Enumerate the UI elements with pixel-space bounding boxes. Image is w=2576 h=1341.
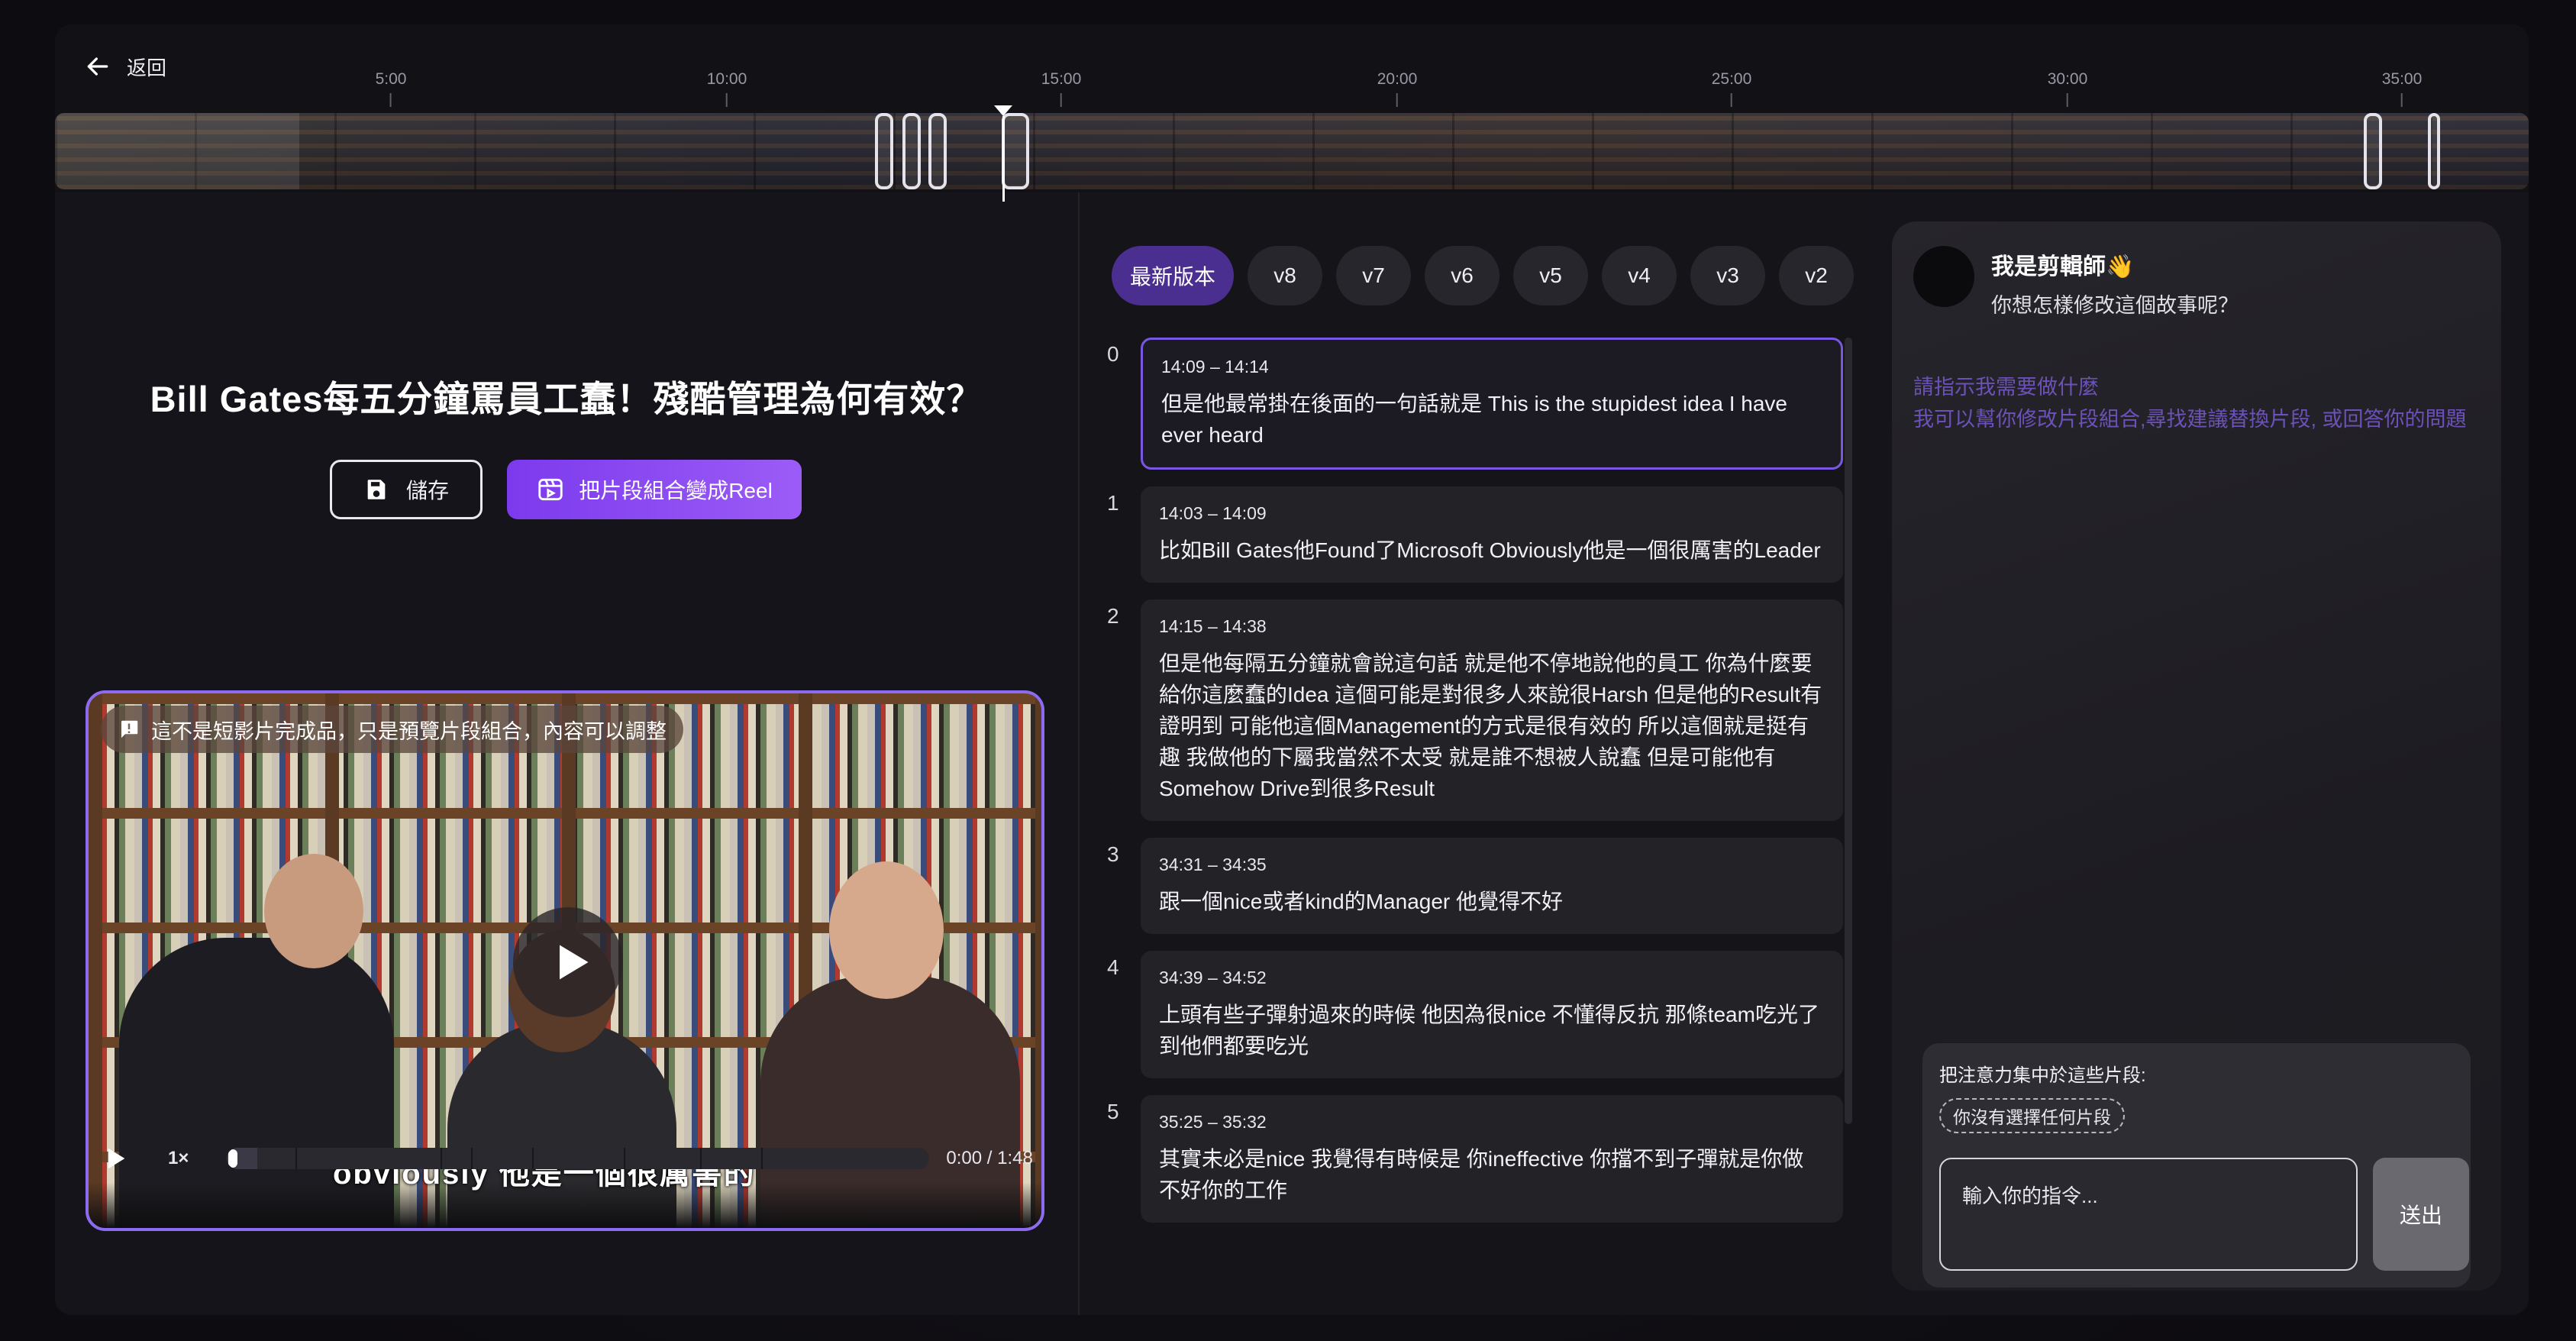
focus-label: 把注意力集中於這些片段: — [1939, 1065, 2146, 1086]
command-input[interactable] — [1939, 1158, 2358, 1271]
clip-index: 4 — [1107, 955, 1119, 979]
clip-card-selected[interactable]: 14:09 – 14:14 但是他最常掛在後面的一句話就是 This is th… — [1141, 338, 1843, 470]
playhead-line — [1002, 116, 1005, 202]
list-item: 0 14:09 – 14:14 但是他最常掛在後面的一句話就是 This is … — [1102, 338, 1843, 470]
clip-text: 比如Bill Gates他Found了Microsoft Obviously他是… — [1159, 538, 1821, 562]
tab-v5[interactable]: v5 — [1513, 246, 1589, 305]
preview-notice-text: 這不是短影片完成品，只是預覽片段組合，內容可以調整 — [151, 719, 667, 743]
list-item: 2 14:15 – 14:38 但是他每隔五分鐘就會說這句話 就是他不停地說他的… — [1102, 599, 1843, 821]
tab-v2[interactable]: v2 — [1779, 246, 1855, 305]
avatar — [1913, 246, 1974, 307]
play-overlay-button[interactable] — [513, 907, 623, 1017]
clip-card[interactable]: 35:25 – 35:32 其實未必是nice 我覺得有時候是 你ineffec… — [1141, 1095, 1843, 1223]
playback-speed[interactable]: 1× — [168, 1148, 189, 1169]
play-icon — [560, 945, 589, 980]
assistant-name: 我是剪輯師👋 — [1991, 254, 2135, 280]
clip-time: 14:03 – 14:09 — [1159, 503, 1267, 523]
clip-index: 1 — [1107, 491, 1119, 515]
app-root: 返回 5:00 10:00 15:00 20:00 25:00 30:00 35… — [0, 0, 2576, 1341]
clip-index: 2 — [1107, 604, 1119, 628]
play-icon[interactable] — [99, 1143, 130, 1174]
ruler-tick: 25:00 — [1712, 70, 1751, 107]
playhead-triangle-icon — [994, 105, 1012, 116]
clip-card[interactable]: 34:31 – 34:35 跟一個nice或者kind的Manager 他覺得不… — [1141, 838, 1843, 934]
clip-marker[interactable] — [875, 113, 893, 189]
clip-marker[interactable] — [2364, 113, 2382, 189]
ruler-tick: 15:00 — [1041, 70, 1081, 107]
message-alert-icon — [121, 720, 138, 738]
filmstrip-viewed-region — [55, 113, 299, 189]
clip-marker[interactable] — [2428, 113, 2440, 189]
clip-list-panel: 最新版本 v8 v7 v6 v5 v4 v3 v2 0 14:09 – 14:1… — [1078, 192, 1864, 1315]
clip-time: 34:39 – 34:52 — [1159, 968, 1267, 987]
ruler-tick: 20:00 — [1377, 70, 1417, 107]
save-button[interactable]: 儲存 — [330, 460, 483, 519]
tab-v4[interactable]: v4 — [1602, 246, 1677, 305]
list-item: 1 14:03 – 14:09 比如Bill Gates他Found了Micro… — [1102, 486, 1843, 583]
send-button[interactable]: 送出 — [2373, 1158, 2469, 1271]
assistant-header: 我是剪輯師👋 你想怎樣修改這個故事呢？ — [1913, 246, 2239, 318]
save-label: 儲存 — [405, 479, 449, 502]
tab-v3[interactable]: v3 — [1690, 246, 1766, 305]
clip-time: 14:15 – 14:38 — [1159, 616, 1267, 636]
tab-latest[interactable]: 最新版本 — [1112, 246, 1235, 305]
clip-list: 0 14:09 – 14:14 但是他最常掛在後面的一句話就是 This is … — [1102, 338, 1843, 1239]
clip-time: 34:31 – 34:35 — [1159, 855, 1267, 874]
clip-text: 但是他每隔五分鐘就會說這句話 就是他不停地說他的員工 你為什麼要給你這麼蠢的Id… — [1159, 651, 1822, 800]
tab-v7[interactable]: v7 — [1336, 246, 1412, 305]
playhead[interactable] — [994, 105, 1012, 202]
tab-v8[interactable]: v8 — [1248, 246, 1323, 305]
clip-text: 跟一個nice或者kind的Manager 他覺得不好 — [1159, 890, 1564, 913]
clip-card[interactable]: 14:03 – 14:09 比如Bill Gates他Found了Microso… — [1141, 486, 1843, 583]
ruler-tick: 35:00 — [2382, 70, 2422, 107]
clip-text: 上頭有些子彈射過來的時候 他因為很nice 不懂得反抗 那條team吃光了 到他… — [1159, 1003, 1819, 1058]
clip-index: 5 — [1107, 1100, 1119, 1123]
ruler-tick: 10:00 — [707, 70, 747, 107]
preview-notice-badge: 這不是短影片完成品，只是預覽片段組合，內容可以調整 — [101, 706, 683, 753]
clip-marker[interactable] — [928, 113, 947, 189]
action-buttons: 儲存 把片段組合變成Reel — [330, 460, 802, 519]
clip-time: 14:09 – 14:14 — [1161, 357, 1269, 376]
make-reel-label: 把片段組合變成Reel — [579, 479, 773, 502]
editor-window: 返回 5:00 10:00 15:00 20:00 25:00 30:00 35… — [55, 24, 2529, 1315]
film-icon — [538, 478, 563, 501]
video-title: Bill Gates每五分鐘罵員工蠢！殘酷管理為何有效？ — [150, 379, 983, 419]
list-item: 5 35:25 – 35:32 其實未必是nice 我覺得有時候是 你ineff… — [1102, 1095, 1843, 1223]
ruler-tick: 5:00 — [376, 70, 406, 107]
floppy-disk-icon — [367, 480, 386, 499]
clip-text: 其實未必是nice 我覺得有時候是 你ineffective 你擋不到子彈就是你… — [1159, 1147, 1804, 1202]
assistant-panel: 我是剪輯師👋 你想怎樣修改這個故事呢？ 請指示我需要做什麼 我可以幫你修改片段組… — [1864, 192, 2529, 1315]
command-box: 把注意力集中於這些片段: 你沒有選擇任何片段 送出 — [1922, 1043, 2471, 1288]
filmstrip-timeline[interactable] — [55, 113, 2529, 189]
playback-progress-bar[interactable] — [227, 1148, 930, 1169]
clip-card[interactable]: 14:15 – 14:38 但是他每隔五分鐘就會說這句話 就是他不停地說他的員工… — [1141, 599, 1843, 821]
list-item: 3 34:31 – 34:35 跟一個nice或者kind的Manager 他覺… — [1102, 838, 1843, 934]
tab-v6[interactable]: v6 — [1425, 246, 1500, 305]
clip-index: 3 — [1107, 842, 1119, 866]
progress-knob[interactable] — [228, 1149, 238, 1168]
ruler-tick: 30:00 — [2048, 70, 2087, 107]
preview-panel: Bill Gates每五分鐘罵員工蠢！殘酷管理為何有效？ 儲存 把片段組合變成R… — [55, 192, 1078, 1315]
clip-index: 0 — [1107, 342, 1119, 366]
player-controls: 1× 0:00 / 1:48 — [99, 1139, 1046, 1178]
make-reel-button[interactable]: 把片段組合變成Reel — [507, 460, 802, 519]
assistant-hint: 請指示我需要做什麼 我可以幫你修改片段組合,尋找建議替換片段, 或回答你的問題 — [1913, 376, 2467, 431]
clip-marker[interactable] — [902, 113, 921, 189]
assistant-chat: 我是剪輯師👋 你想怎樣修改這個故事呢？ 請指示我需要做什麼 我可以幫你修改片段組… — [1892, 221, 2501, 1291]
version-tabs: 最新版本 v8 v7 v6 v5 v4 v3 v2 — [1112, 246, 1855, 305]
clip-list-scrollbar[interactable] — [1845, 338, 1852, 1124]
clip-text: 但是他最常掛在後面的一句話就是 This is the stupidest id… — [1161, 392, 1787, 447]
assistant-greeting: 你想怎樣修改這個故事呢？ — [1991, 294, 2239, 317]
clip-card[interactable]: 34:39 – 34:52 上頭有些子彈射過來的時候 他因為很nice 不懂得反… — [1141, 951, 1843, 1078]
selected-clips-chip[interactable]: 你沒有選擇任何片段 — [1939, 1098, 2125, 1133]
timecode: 0:00 / 1:48 — [946, 1148, 1033, 1168]
list-item: 4 34:39 – 34:52 上頭有些子彈射過來的時候 他因為很nice 不懂… — [1102, 951, 1843, 1078]
clip-time: 35:25 – 35:32 — [1159, 1112, 1267, 1132]
